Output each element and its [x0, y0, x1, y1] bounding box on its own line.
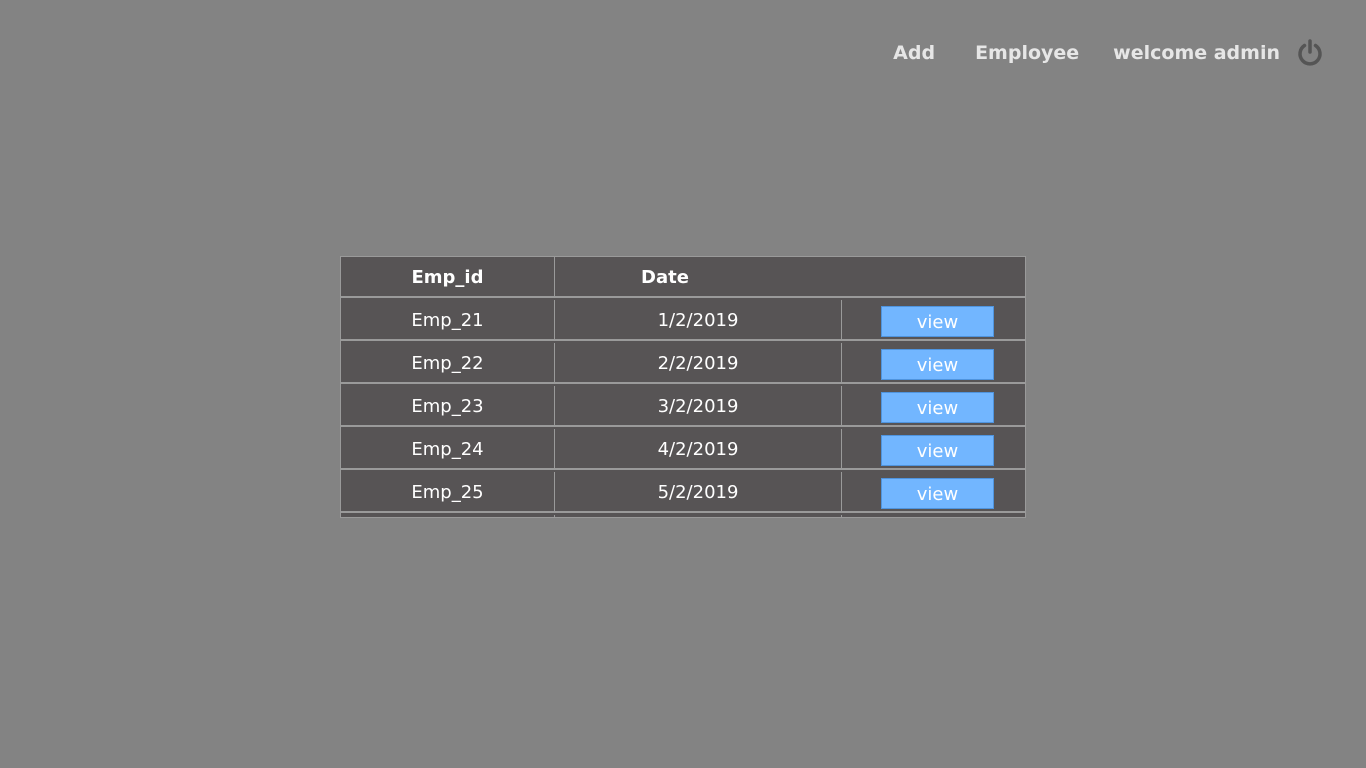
view-button[interactable]: view: [881, 306, 994, 337]
emp-id-cell: Emp_23: [411, 396, 484, 417]
column-divider: [841, 472, 842, 513]
column-divider: [554, 515, 555, 517]
date-cell: 2/2/2019: [657, 353, 739, 374]
header-date: Date: [641, 267, 689, 288]
table-row: Emp_25 5/2/2019 view: [341, 472, 1025, 513]
column-divider: [841, 515, 842, 517]
date-cell: 1/2/2019: [657, 310, 739, 331]
column-divider: [841, 429, 842, 470]
view-button[interactable]: view: [881, 392, 994, 423]
column-divider: [841, 386, 842, 427]
date-cell: 3/2/2019: [657, 396, 739, 417]
emp-id-cell: Emp_22: [411, 353, 484, 374]
emp-id-cell: Emp_25: [411, 482, 484, 503]
welcome-text: welcome admin: [1113, 42, 1280, 64]
table-row: Emp_23 3/2/2019 view: [341, 386, 1025, 427]
column-divider: [841, 343, 842, 384]
view-button[interactable]: view: [881, 478, 994, 509]
emp-id-cell: Emp_24: [411, 439, 484, 460]
table-row: Emp_22 2/2/2019 view: [341, 343, 1025, 384]
date-cell: 4/2/2019: [657, 439, 739, 460]
column-divider: [841, 300, 842, 341]
table-row: Emp_21 1/2/2019 view: [341, 300, 1025, 341]
nav-employee-link[interactable]: Employee: [975, 42, 1079, 64]
view-button[interactable]: view: [881, 435, 994, 466]
power-icon[interactable]: [1294, 37, 1326, 69]
view-button[interactable]: view: [881, 349, 994, 380]
table-row-partial: [341, 515, 1025, 517]
header-divider: [554, 257, 555, 298]
top-navigation: Add Employee welcome admin: [893, 34, 1326, 72]
table-row: Emp_24 4/2/2019 view: [341, 429, 1025, 470]
date-cell: 5/2/2019: [657, 482, 739, 503]
header-emp-id: Emp_id: [411, 267, 484, 288]
table-header: Emp_id Date: [341, 257, 1025, 298]
nav-add-link[interactable]: Add: [893, 42, 935, 64]
emp-id-cell: Emp_21: [411, 310, 484, 331]
employee-table: Emp_id Date Emp_21 1/2/2019 view Emp_22 …: [340, 256, 1026, 518]
